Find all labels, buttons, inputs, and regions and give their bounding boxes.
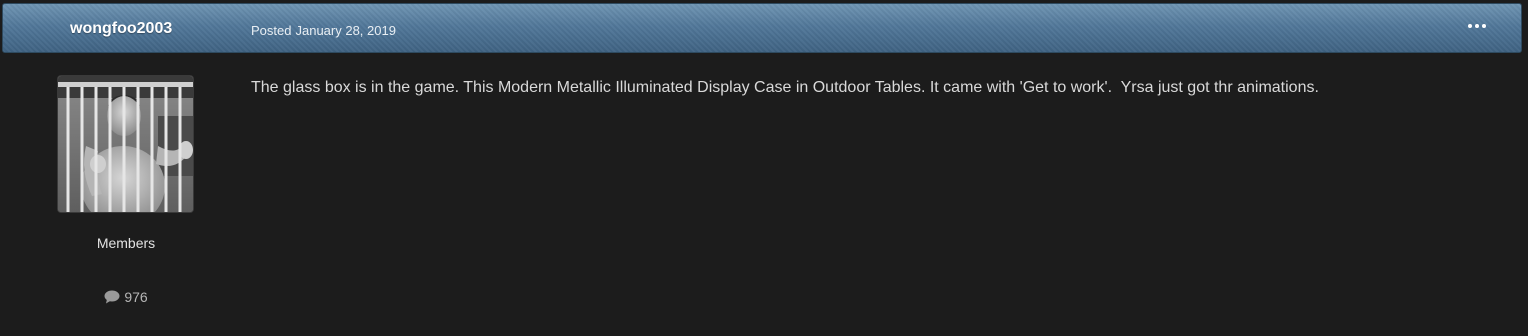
- ellipsis-icon: [1482, 24, 1486, 28]
- ellipsis-icon: [1468, 24, 1472, 28]
- forum-post: wongfoo2003 Posted January 28, 2019 Memb…: [0, 0, 1528, 336]
- post-count-value: 976: [124, 289, 148, 305]
- post-content: The glass box is in the game. This Moder…: [251, 79, 1319, 96]
- user-avatar[interactable]: [57, 75, 194, 213]
- comment-icon: [104, 290, 120, 304]
- post-count: 976: [0, 289, 252, 307]
- post-date: Posted January 28, 2019: [251, 23, 396, 38]
- ellipsis-icon: [1475, 24, 1479, 28]
- post-date-value[interactable]: January 28, 2019: [295, 23, 395, 38]
- member-group-label: Members: [96, 235, 156, 251]
- author-name-link[interactable]: wongfoo2003: [70, 20, 172, 38]
- posted-label: Posted: [251, 23, 292, 38]
- post-header: wongfoo2003 Posted January 28, 2019: [2, 3, 1522, 53]
- more-options-button[interactable]: [1466, 17, 1488, 35]
- avatar-photo-icon: [58, 76, 193, 212]
